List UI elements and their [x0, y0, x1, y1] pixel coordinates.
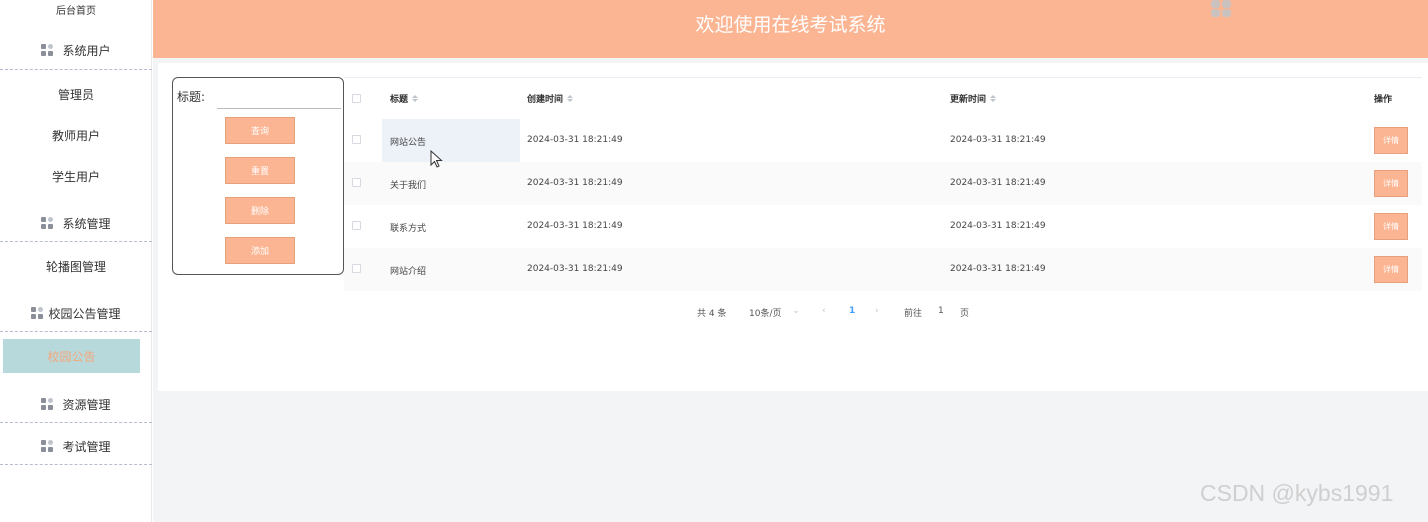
sidebar-item-home[interactable]: 后台首页 [0, 2, 152, 17]
cell-created: 2024-03-31 18:21:49 [527, 221, 623, 231]
user-menu-icon[interactable] [1211, 0, 1233, 18]
row-checkbox[interactable] [352, 264, 361, 273]
title-label: 标题: [177, 90, 206, 104]
cell-title: 网站公告 [390, 138, 427, 148]
search-panel: 标题: 查询 重置 删除 添加 [172, 77, 344, 275]
sidebar-item-admin[interactable]: 管理员 [0, 86, 152, 103]
column-header-action: 操作 [1374, 95, 1393, 105]
grid-icon [41, 440, 54, 453]
sidebar-item-carousel-mgmt[interactable]: 轮播图管理 [0, 258, 152, 275]
grid-icon [41, 398, 54, 411]
sidebar-group-label: 校园公告管理 [48, 307, 121, 321]
title-search-input[interactable] [217, 82, 341, 109]
page-number-current[interactable]: 1 [849, 306, 855, 316]
cell-title: 网站介绍 [390, 267, 427, 277]
sidebar-group-campus-notice[interactable]: 校园公告管理 [0, 305, 152, 322]
cell-created: 2024-03-31 18:21:49 [527, 178, 623, 188]
notice-table: 标题 创建时间 更新时间 操作 网站公告 2024-03-31 18:21:49… [344, 77, 1422, 291]
page-size-select[interactable]: 10条/页 [749, 306, 782, 319]
row-checkbox[interactable] [352, 135, 361, 144]
table-row[interactable]: 关于我们 2024-03-31 18:21:49 2024-03-31 18:2… [344, 162, 1422, 205]
cell-updated: 2024-03-31 18:21:49 [950, 264, 1046, 274]
sidebar-group-system-users[interactable]: 系统用户 [0, 42, 152, 59]
add-button[interactable]: 添加 [225, 237, 295, 264]
detail-button[interactable]: 详情 [1374, 127, 1408, 154]
column-header-updated[interactable]: 更新时间 [950, 92, 997, 105]
cell-created: 2024-03-31 18:21:49 [527, 135, 623, 145]
header: 欢迎使用在线考试系统 [153, 0, 1428, 58]
sidebar-group-system-mgmt[interactable]: 系统管理 [0, 215, 152, 232]
sidebar-group-label: 系统管理 [62, 217, 111, 231]
mouse-cursor-icon [430, 150, 443, 168]
reset-button[interactable]: 重置 [225, 157, 295, 184]
cell-title: 联系方式 [390, 224, 427, 234]
table-row[interactable]: 联系方式 2024-03-31 18:21:49 2024-03-31 18:2… [344, 205, 1422, 248]
sort-icon[interactable] [567, 95, 574, 102]
grid-icon [41, 217, 54, 230]
column-header-title[interactable]: 标题 [390, 92, 419, 105]
sidebar-group-exam[interactable]: 考试管理 [0, 438, 152, 455]
cell-updated: 2024-03-31 18:21:49 [950, 178, 1046, 188]
grid-icon [31, 307, 44, 320]
sidebar-group-label: 系统用户 [62, 44, 111, 58]
table-row[interactable]: 网站公告 2024-03-31 18:21:49 2024-03-31 18:2… [344, 119, 1422, 162]
page-title: 欢迎使用在线考试系统 [695, 14, 886, 36]
page-suffix-label: 页 [960, 309, 970, 319]
select-all-checkbox[interactable] [352, 94, 361, 103]
cell-title: 关于我们 [390, 181, 427, 191]
cell-updated: 2024-03-31 18:21:49 [950, 221, 1046, 231]
goto-page-input[interactable]: 1 [938, 306, 944, 316]
chevron-down-icon[interactable]: ⌄ [792, 306, 800, 316]
column-header-label: 创建时间 [527, 95, 564, 105]
sidebar-group-label: 考试管理 [62, 440, 111, 454]
cell-created: 2024-03-31 18:21:49 [527, 264, 623, 274]
goto-label: 前往 [904, 309, 923, 319]
delete-button[interactable]: 删除 [225, 197, 295, 224]
detail-button[interactable]: 详情 [1374, 213, 1408, 240]
divider [0, 241, 152, 242]
detail-button[interactable]: 详情 [1374, 256, 1408, 283]
prev-page-icon[interactable]: ‹ [822, 306, 826, 316]
pagination-total: 共 4 条 [697, 309, 727, 319]
detail-button[interactable]: 详情 [1374, 170, 1408, 197]
table-row[interactable]: 网站介绍 2024-03-31 18:21:49 2024-03-31 18:2… [344, 248, 1422, 291]
cell-updated: 2024-03-31 18:21:49 [950, 135, 1046, 145]
row-checkbox[interactable] [352, 221, 361, 230]
sidebar-group-resource[interactable]: 资源管理 [0, 396, 152, 413]
column-header-label: 标题 [390, 95, 409, 105]
sidebar-group-label: 资源管理 [62, 398, 111, 412]
sort-icon[interactable] [990, 95, 997, 102]
sidebar-item-student-users[interactable]: 学生用户 [0, 168, 152, 185]
next-page-icon[interactable]: › [875, 306, 879, 316]
column-header-label: 更新时间 [950, 95, 987, 105]
divider [0, 464, 152, 465]
sidebar: 后台首页 系统用户 管理员 教师用户 学生用户 系统管理 轮播图管理 校园公告管… [0, 0, 152, 522]
divider [0, 331, 152, 332]
sidebar-item-campus-notice[interactable]: 校园公告 [3, 339, 140, 373]
sort-icon[interactable] [412, 95, 419, 102]
grid-icon [41, 44, 54, 57]
query-button[interactable]: 查询 [225, 117, 295, 144]
row-checkbox[interactable] [352, 178, 361, 187]
divider [0, 69, 152, 70]
sidebar-item-teacher-users[interactable]: 教师用户 [0, 127, 152, 144]
divider [0, 422, 152, 423]
watermark: CSDN @kybs1991 [1200, 480, 1394, 506]
column-header-created[interactable]: 创建时间 [527, 92, 574, 105]
